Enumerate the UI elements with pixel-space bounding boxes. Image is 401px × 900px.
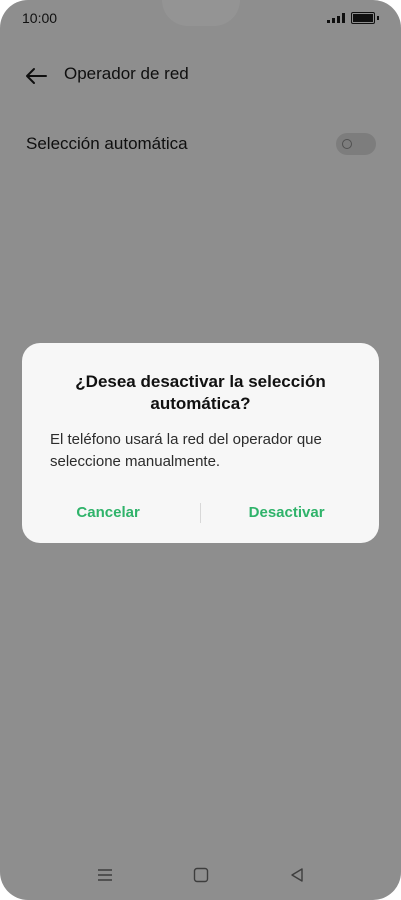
phone-screen: 10:00 Operador de red Selección automáti… [0, 0, 401, 900]
dialog-message: El teléfono usará la red del operador qu… [50, 431, 322, 470]
dialog-title: ¿Desea desactivar la selección automátic… [75, 372, 326, 413]
confirmation-dialog: ¿Desea desactivar la selección automátic… [22, 343, 379, 543]
actions-divider [200, 503, 201, 523]
deactivate-button[interactable]: Desactivar [249, 504, 325, 521]
dialog-actions: Cancelar Desactivar [22, 499, 379, 525]
cancel-button[interactable]: Cancelar [76, 504, 139, 521]
